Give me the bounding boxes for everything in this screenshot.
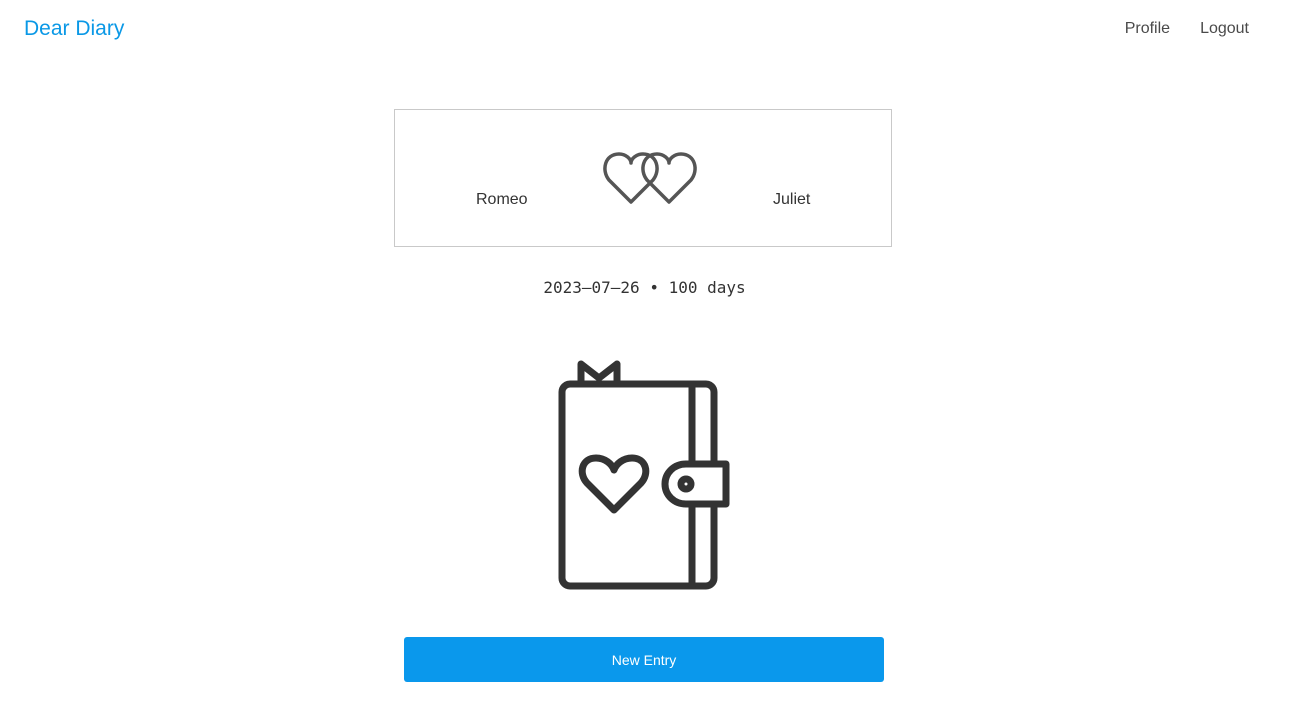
start-date: 2023–07–26	[543, 278, 640, 297]
nav-profile-link[interactable]: Profile	[1125, 18, 1170, 40]
new-entry-button[interactable]: New Entry	[404, 637, 884, 682]
partner-left-name: Romeo	[476, 191, 528, 208]
couple-card: Romeo Juliet	[394, 109, 892, 247]
diary-book-icon	[558, 360, 730, 590]
partner-right-name: Juliet	[773, 191, 811, 208]
nav-logout-link[interactable]: Logout	[1200, 18, 1249, 40]
brand-link[interactable]: Dear Diary	[24, 16, 124, 42]
relationship-duration: 2023–07–26 • 100 days	[0, 278, 1289, 298]
top-nav: Profile Logout	[1125, 18, 1249, 40]
day-count: 100 days	[668, 278, 746, 297]
page: Dear Diary Profile Logout Romeo Juliet 2…	[0, 0, 1289, 716]
intertwined-hearts-icon	[603, 152, 697, 204]
separator-dot: •	[649, 278, 659, 297]
